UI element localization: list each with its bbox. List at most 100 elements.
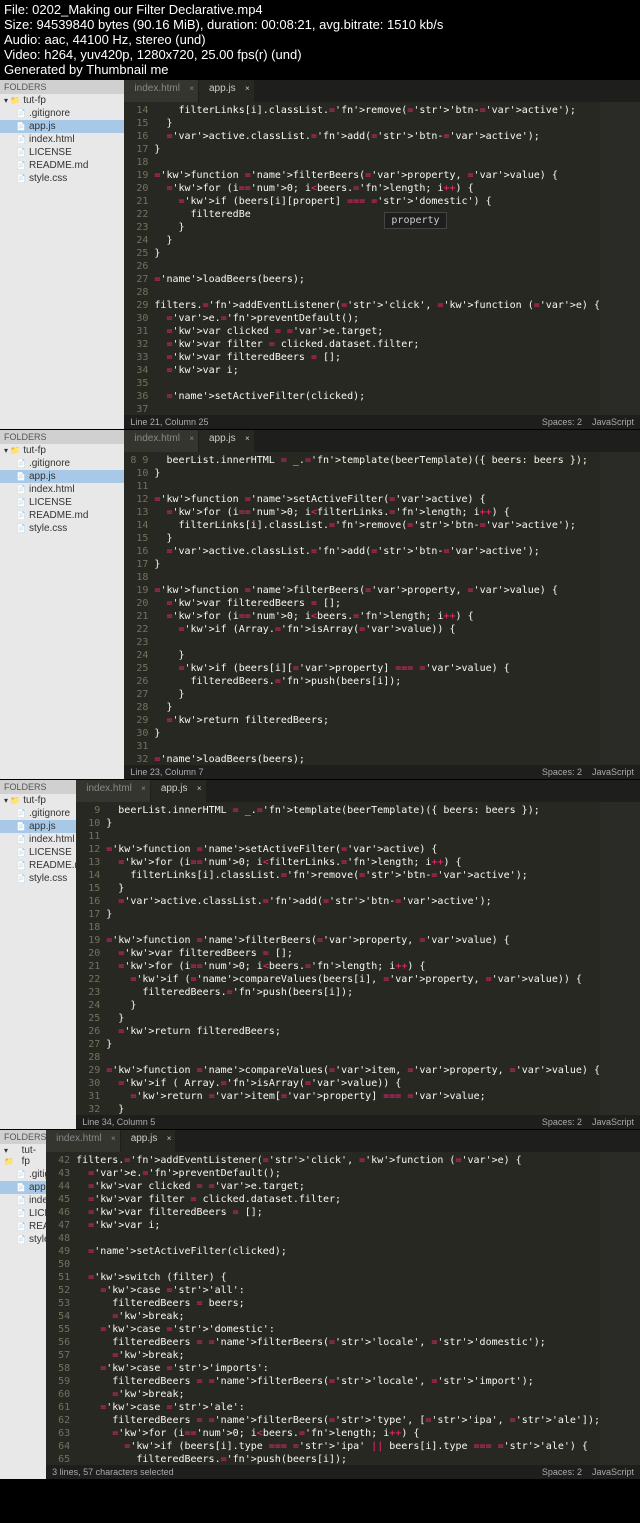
code-content[interactable]: filterLinks[i].classList.='fn'>remove(='… [154, 102, 600, 415]
tab-app-js[interactable]: app.js× [199, 430, 255, 452]
tab-app-js[interactable]: app.js× [199, 80, 255, 102]
file-item[interactable]: .gitignore [0, 457, 124, 470]
indent-setting[interactable]: Spaces: 2 [542, 1467, 582, 1477]
close-icon[interactable]: × [167, 1134, 172, 1143]
file-item[interactable]: README.md [0, 1220, 46, 1233]
folder-sidebar[interactable]: FOLDERS tut-fp .gitignore app.js index.h… [0, 1130, 46, 1479]
sidebar-header: FOLDERS [0, 1130, 46, 1144]
file-item[interactable]: LICENSE [0, 1207, 46, 1220]
file-icon [16, 1208, 26, 1219]
file-icon [16, 1221, 26, 1232]
close-icon[interactable]: × [245, 84, 250, 93]
status-right: Spaces: 2 JavaScript [542, 417, 634, 427]
autocomplete-popup[interactable]: property [384, 212, 446, 229]
minimap[interactable] [600, 452, 640, 765]
language-mode[interactable]: JavaScript [592, 417, 634, 427]
folder-icon [4, 95, 20, 106]
status-bar: Line 21, Column 25 Spaces: 2 JavaScript [124, 415, 640, 429]
folder-sidebar[interactable]: FOLDERS tut-fp .gitignore app.js index.h… [0, 80, 124, 429]
file-item[interactable]: README.md [0, 859, 76, 872]
tab-bar: index.html× app.js× [124, 430, 640, 452]
file-icon [16, 484, 26, 495]
tab-app-js[interactable]: app.js× [151, 780, 207, 802]
file-item[interactable]: .gitignore [0, 1168, 46, 1181]
file-item[interactable]: LICENSE [0, 846, 76, 859]
file-item[interactable]: index.html [0, 833, 76, 846]
tab-app-js[interactable]: app.js× [121, 1130, 177, 1152]
tab-index-html[interactable]: index.html× [76, 780, 151, 802]
tab-index-html[interactable]: index.html× [46, 1130, 121, 1152]
file-icon [16, 873, 26, 884]
file-item[interactable]: index.html [0, 483, 124, 496]
file-icon [16, 471, 26, 482]
editor-panel: FOLDERS tut-fp .gitignore app.js index.h… [0, 779, 640, 1129]
indent-setting[interactable]: Spaces: 2 [542, 767, 582, 777]
file-item[interactable]: index.html [0, 1194, 46, 1207]
file-item[interactable]: app.js [0, 820, 76, 833]
editor-panel: FOLDERS tut-fp .gitignore app.js index.h… [0, 429, 640, 779]
folder-sidebar[interactable]: FOLDERS tut-fp .gitignore app.js index.h… [0, 780, 76, 1129]
close-icon[interactable]: × [189, 434, 194, 443]
tab-index-html[interactable]: index.html× [124, 80, 199, 102]
status-bar: Line 34, Column 5 Spaces: 2 JavaScript [76, 1115, 640, 1129]
file-item[interactable]: style.css [0, 522, 124, 535]
file-icon [16, 523, 26, 534]
code-content[interactable]: beerList.innerHTML = _.='fn'>template(be… [106, 802, 600, 1115]
file-icon [16, 147, 26, 158]
close-icon[interactable]: × [141, 784, 146, 793]
minimap[interactable] [600, 102, 640, 415]
folder-item[interactable]: tut-fp [0, 794, 76, 807]
folder-item[interactable]: tut-fp [0, 94, 124, 107]
file-item[interactable]: LICENSE [0, 496, 124, 509]
close-icon[interactable]: × [189, 84, 194, 93]
meta-file: File: 0202_Making our Filter Declarative… [4, 2, 636, 17]
file-item[interactable]: README.md [0, 159, 124, 172]
code-editor[interactable]: 8 9 10 11 12 13 14 15 16 17 18 19 20 21 … [124, 452, 640, 765]
editor-area: index.html× app.js× 9 10 11 12 13 14 15 … [76, 780, 640, 1129]
meta-gen: Generated by Thumbnail me [4, 62, 636, 77]
file-item[interactable]: LICENSE [0, 146, 124, 159]
file-icon [16, 821, 26, 832]
file-item[interactable]: app.js [0, 470, 124, 483]
minimap[interactable] [600, 802, 640, 1115]
editor-panel: FOLDERS tut-fp .gitignore app.js index.h… [0, 1129, 640, 1479]
language-mode[interactable]: JavaScript [592, 1117, 634, 1127]
close-icon[interactable]: × [111, 1134, 116, 1143]
language-mode[interactable]: JavaScript [592, 1467, 634, 1477]
file-item[interactable]: style.css [0, 1233, 46, 1246]
folder-item[interactable]: tut-fp [0, 1144, 46, 1168]
folder-icon [4, 795, 20, 806]
file-item[interactable]: app.js [0, 120, 124, 133]
tab-index-html[interactable]: index.html× [124, 430, 199, 452]
code-editor[interactable]: 14 15 16 17 18 19 20 21 22 23 24 25 26 2… [124, 102, 640, 415]
file-item[interactable]: .gitignore [0, 807, 76, 820]
indent-setting[interactable]: Spaces: 2 [542, 417, 582, 427]
file-icon [16, 510, 26, 521]
editor-area: index.html× app.js× 42 43 44 45 46 47 48… [46, 1130, 640, 1479]
status-right: Spaces: 2 JavaScript [542, 767, 634, 777]
file-icon [16, 134, 26, 145]
cursor-position: Line 21, Column 25 [130, 417, 208, 427]
indent-setting[interactable]: Spaces: 2 [542, 1117, 582, 1127]
close-icon[interactable]: × [245, 434, 250, 443]
language-mode[interactable]: JavaScript [592, 767, 634, 777]
folder-item[interactable]: tut-fp [0, 444, 124, 457]
file-item[interactable]: README.md [0, 509, 124, 522]
editor-panel: FOLDERS tut-fp .gitignore app.js index.h… [0, 79, 640, 429]
file-icon [16, 108, 26, 119]
minimap[interactable] [600, 1152, 640, 1465]
file-icon [16, 847, 26, 858]
close-icon[interactable]: × [197, 784, 202, 793]
file-icon [16, 1169, 26, 1180]
folder-sidebar[interactable]: FOLDERS tut-fp .gitignore app.js index.h… [0, 430, 124, 779]
file-item[interactable]: style.css [0, 872, 76, 885]
code-content[interactable]: beerList.innerHTML = _.='fn'>template(be… [154, 452, 600, 765]
code-editor[interactable]: 42 43 44 45 46 47 48 49 50 51 52 53 54 5… [46, 1152, 640, 1465]
file-item[interactable]: app.js [0, 1181, 46, 1194]
file-item[interactable]: index.html [0, 133, 124, 146]
cursor-position: 3 lines, 57 characters selected [52, 1467, 174, 1477]
code-content[interactable]: filters.='fn'>addEventListener(='str'>'c… [76, 1152, 600, 1465]
file-item[interactable]: style.css [0, 172, 124, 185]
code-editor[interactable]: 9 10 11 12 13 14 15 16 17 18 19 20 21 22… [76, 802, 640, 1115]
file-item[interactable]: .gitignore [0, 107, 124, 120]
